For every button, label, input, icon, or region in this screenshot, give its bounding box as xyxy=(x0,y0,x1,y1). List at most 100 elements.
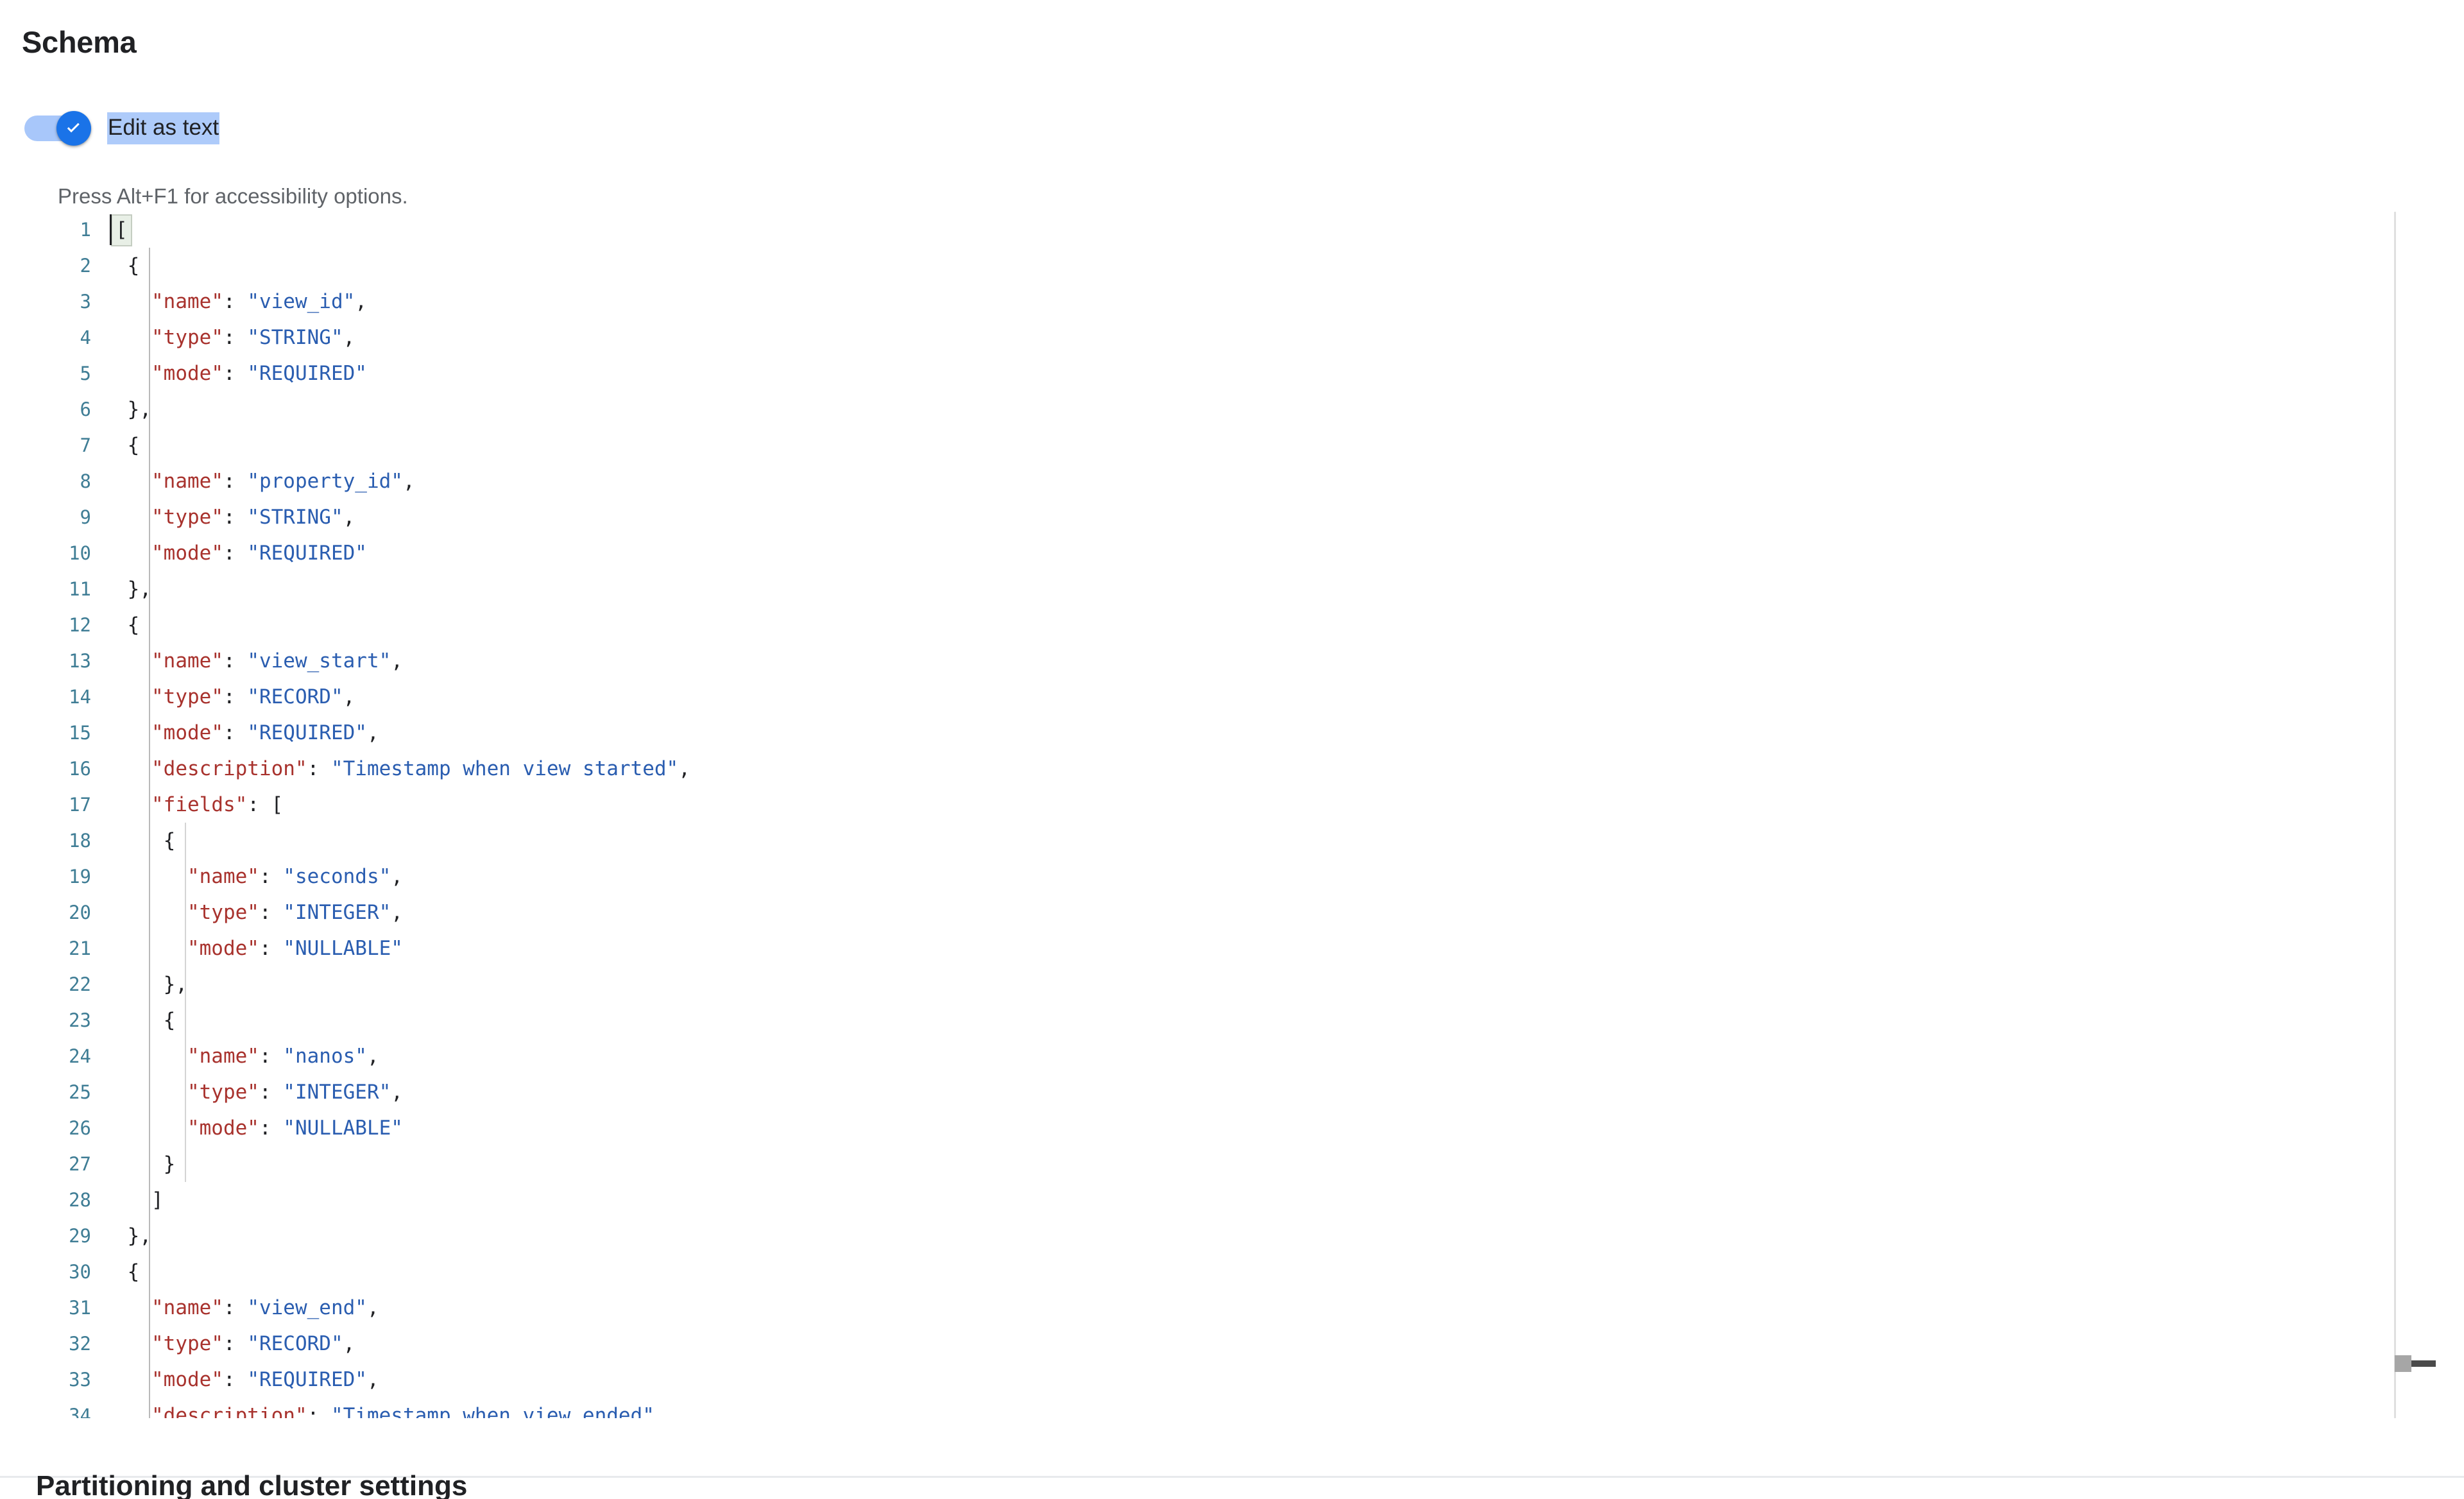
edit-as-text-toggle[interactable] xyxy=(24,111,91,146)
code-line[interactable]: 16 "description": "Timestamp when view s… xyxy=(0,751,2394,787)
code-token: } xyxy=(116,1152,176,1176)
line-content[interactable]: ] xyxy=(107,1182,2394,1218)
line-content[interactable]: "type": "RECORD", xyxy=(107,679,2394,715)
line-content[interactable]: { xyxy=(107,1002,2394,1038)
code-line[interactable]: 32 "type": "RECORD", xyxy=(0,1326,2394,1362)
line-number: 34 xyxy=(69,1405,91,1418)
code-token: "mode" xyxy=(187,1117,259,1140)
line-content[interactable]: }, xyxy=(107,571,2394,607)
code-line[interactable]: 25 "type": "INTEGER", xyxy=(0,1074,2394,1110)
line-content[interactable]: }, xyxy=(107,391,2394,427)
line-content[interactable]: "fields": [ xyxy=(107,787,2394,823)
line-content[interactable]: "mode": "REQUIRED" xyxy=(107,535,2394,571)
code-line[interactable]: 6 }, xyxy=(0,391,2394,427)
line-content[interactable]: "name": "view_end", xyxy=(107,1290,2394,1326)
line-content[interactable]: { xyxy=(107,248,2394,284)
code-line[interactable]: 23 { xyxy=(0,1002,2394,1038)
code-token: "view_start" xyxy=(247,649,391,672)
line-content[interactable]: "type": "STRING", xyxy=(107,499,2394,535)
edit-as-text-label[interactable]: Edit as text xyxy=(107,112,220,144)
line-content[interactable]: "mode": "REQUIRED" xyxy=(107,355,2394,391)
code-line[interactable]: 33 "mode": "REQUIRED", xyxy=(0,1362,2394,1398)
code-token: , xyxy=(391,865,403,888)
line-number: 6 xyxy=(80,398,91,420)
code-token: }, xyxy=(116,1224,151,1247)
editor-vertical-scrollbar[interactable] xyxy=(2396,212,2418,1419)
text-caret xyxy=(110,214,112,245)
line-content[interactable]: "type": "INTEGER", xyxy=(107,895,2394,930)
line-content[interactable]: } xyxy=(107,1146,2394,1182)
line-number: 22 xyxy=(69,973,91,995)
code-line[interactable]: 18 { xyxy=(0,823,2394,859)
line-number: 4 xyxy=(80,327,91,348)
line-content[interactable]: "type": "INTEGER", xyxy=(107,1074,2394,1110)
code-line[interactable]: 10 "mode": "REQUIRED" xyxy=(0,535,2394,571)
code-line[interactable]: 3 "name": "view_id", xyxy=(0,284,2394,320)
line-content[interactable]: { xyxy=(107,823,2394,859)
line-content[interactable]: { xyxy=(107,607,2394,643)
code-line[interactable]: 20 "type": "INTEGER", xyxy=(0,895,2394,930)
line-content[interactable]: "mode": "NULLABLE" xyxy=(107,1110,2394,1146)
code-line[interactable]: 2 { xyxy=(0,248,2394,284)
code-token: : xyxy=(259,1045,284,1068)
line-content[interactable]: "name": "property_id", xyxy=(107,463,2394,499)
code-token: "mode" xyxy=(151,362,223,385)
line-content[interactable]: "name": "view_id", xyxy=(107,284,2394,320)
code-line[interactable]: 34 "description": "Timestamp when view e… xyxy=(0,1398,2394,1418)
line-content[interactable]: }, xyxy=(107,966,2394,1002)
code-line[interactable]: 26 "mode": "NULLABLE" xyxy=(0,1110,2394,1146)
code-line[interactable]: 4 "type": "STRING", xyxy=(0,320,2394,355)
code-line[interactable]: 24 "name": "nanos", xyxy=(0,1038,2394,1074)
code-line[interactable]: 12 { xyxy=(0,607,2394,643)
line-content[interactable]: "type": "STRING", xyxy=(107,320,2394,355)
code-line[interactable]: 19 "name": "seconds", xyxy=(0,859,2394,895)
code-token: "name" xyxy=(151,649,223,672)
code-line[interactable]: 29 }, xyxy=(0,1218,2394,1254)
line-content[interactable]: "mode": "NULLABLE" xyxy=(107,930,2394,966)
code-token: , xyxy=(391,901,403,924)
code-line[interactable]: 5 "mode": "REQUIRED" xyxy=(0,355,2394,391)
code-line[interactable]: 17 "fields": [ xyxy=(0,787,2394,823)
code-token: "name" xyxy=(151,470,223,493)
code-line[interactable]: 30 { xyxy=(0,1254,2394,1290)
line-content[interactable]: { xyxy=(107,1254,2394,1290)
line-content[interactable]: { xyxy=(107,427,2394,463)
code-line[interactable]: 11 }, xyxy=(0,571,2394,607)
code-line[interactable]: 14 "type": "RECORD", xyxy=(0,679,2394,715)
code-token: ] xyxy=(116,1188,164,1212)
code-line[interactable]: 13 "name": "view_start", xyxy=(0,643,2394,679)
line-content[interactable]: "name": "view_start", xyxy=(107,643,2394,679)
line-content[interactable]: "name": "seconds", xyxy=(107,859,2394,895)
code-line[interactable]: 1[ xyxy=(0,212,2394,248)
code-content[interactable]: 1[2 {3 "name": "view_id", 4 "type": "STRI… xyxy=(0,212,2394,1418)
line-number: 1 xyxy=(80,219,91,241)
line-content[interactable]: "mode": "REQUIRED", xyxy=(107,715,2394,751)
line-content[interactable]: "name": "nanos", xyxy=(107,1038,2394,1074)
code-token: { xyxy=(116,434,140,457)
code-line[interactable]: 31 "name": "view_end", xyxy=(0,1290,2394,1326)
line-content[interactable]: "type": "RECORD", xyxy=(107,1326,2394,1362)
code-token: "STRING" xyxy=(247,506,343,529)
line-number: 5 xyxy=(80,363,91,384)
code-line[interactable]: 28 ] xyxy=(0,1182,2394,1218)
code-line[interactable]: 9 "type": "STRING", xyxy=(0,499,2394,535)
line-content[interactable]: "description": "Timestamp when view ende… xyxy=(107,1398,2394,1418)
line-content[interactable]: [ xyxy=(107,212,2394,248)
code-token: : xyxy=(259,937,284,960)
code-line[interactable]: 21 "mode": "NULLABLE" xyxy=(0,930,2394,966)
code-line[interactable]: 27 } xyxy=(0,1146,2394,1182)
code-line[interactable]: 7 { xyxy=(0,427,2394,463)
code-line[interactable]: 8 "name": "property_id", xyxy=(0,463,2394,499)
line-content[interactable]: }, xyxy=(107,1218,2394,1254)
code-line[interactable]: 15 "mode": "REQUIRED", xyxy=(0,715,2394,751)
code-token: : xyxy=(223,542,248,565)
line-content[interactable]: "mode": "REQUIRED", xyxy=(107,1362,2394,1398)
line-content[interactable]: "description": "Timestamp when view star… xyxy=(107,751,2394,787)
code-line[interactable]: 22 }, xyxy=(0,966,2394,1002)
line-number: 33 xyxy=(69,1369,91,1391)
schema-code-editor[interactable]: 1[2 {3 "name": "view_id", 4 "type": "STRI… xyxy=(0,212,2396,1418)
code-token: { xyxy=(116,254,140,277)
editor-resize-handle[interactable] xyxy=(2395,1354,2436,1373)
